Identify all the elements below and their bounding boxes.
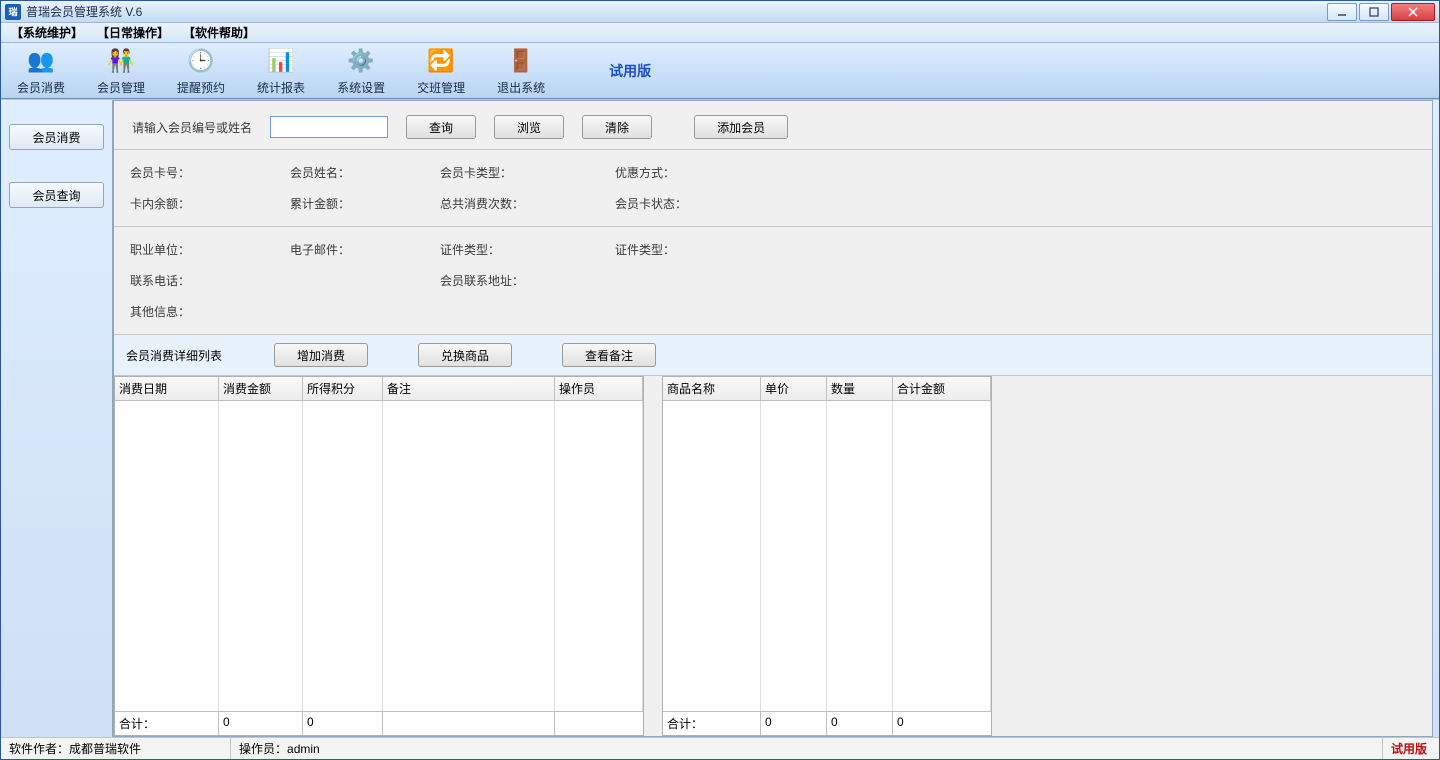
label-phone: 联系电话： [130, 272, 190, 289]
browse-button[interactable]: 浏览 [494, 115, 564, 139]
label-times: 总共消费次数： [440, 195, 524, 212]
tool-settings[interactable]: ⚙️ 系统设置 [329, 43, 393, 98]
label-discount: 优惠方式： [615, 164, 675, 181]
th-operator[interactable]: 操作员 [555, 377, 643, 400]
maximize-button[interactable] [1359, 3, 1389, 21]
gear-icon: ⚙️ [345, 45, 377, 77]
th-date[interactable]: 消费日期 [115, 377, 219, 400]
app-icon: 瑞 [5, 4, 21, 20]
tf-price: 0 [761, 712, 827, 735]
tool-exit[interactable]: 🚪 退出系统 [489, 43, 553, 98]
consume-table-wrap: 消费日期 消费金额 所得积分 备注 操作员 [114, 376, 644, 736]
side-btn-query[interactable]: 会员查询 [9, 182, 104, 208]
users-icon: 👥 [25, 45, 57, 77]
menubar: 【系统维护】 【日常操作】 【软件帮助】 [1, 23, 1439, 43]
label-cert2: 证件类型： [615, 241, 675, 258]
status-author: 软件作者： 成都普瑞软件 [1, 738, 231, 759]
member-card-info: 会员卡号： 会员姓名： 会员卡类型： 优惠方式： 卡内余额： 累计金额： 总共消… [114, 150, 1432, 227]
view-remark-button[interactable]: 查看备注 [562, 343, 656, 367]
tf-total: 0 [893, 712, 991, 735]
member-contact-info: 职业单位： 电子邮件： 证件类型： 证件类型： 联系电话： 会员联系地址： 其他… [114, 227, 1432, 335]
minimize-button[interactable] [1327, 3, 1357, 21]
query-button[interactable]: 查询 [406, 115, 476, 139]
label-cert1: 证件类型： [440, 241, 500, 258]
tool-shift[interactable]: 🔁 交班管理 [409, 43, 473, 98]
tf-points: 0 [303, 712, 383, 735]
label-card-type: 会员卡类型： [440, 164, 512, 181]
label-email: 电子邮件： [290, 241, 350, 258]
menu-daily-ops[interactable]: 【日常操作】 [93, 22, 173, 43]
search-row: 请输入会员编号或姓名 查询 浏览 清除 添加会员 [114, 101, 1432, 150]
th-goods-name[interactable]: 商品名称 [663, 377, 761, 400]
status-operator: 操作员： admin [231, 738, 1383, 759]
action-row: 会员消费详细列表 增加消费 兑换商品 查看备注 [114, 335, 1432, 376]
chart-icon: 📊 [265, 45, 297, 77]
tf-label: 合计： [115, 712, 219, 735]
menu-help[interactable]: 【软件帮助】 [179, 22, 259, 43]
statusbar: 软件作者： 成都普瑞软件 操作员： admin 试用版 [1, 737, 1439, 759]
goods-table-head: 商品名称 单价 数量 合计金额 [663, 377, 991, 401]
swap-icon: 🔁 [425, 45, 457, 77]
consume-list-label: 会员消费详细列表 [126, 347, 222, 364]
tf-goods-label: 合计： [663, 712, 761, 735]
people-icon: 👫 [105, 45, 137, 77]
sidebar: 会员消费 会员查询 [1, 100, 113, 737]
clear-button[interactable]: 清除 [582, 115, 652, 139]
tool-member-consume[interactable]: 👥 会员消费 [9, 43, 73, 98]
clock-icon: 🕒 [185, 45, 217, 77]
label-balance: 卡内余额： [130, 195, 190, 212]
menu-system-maintain[interactable]: 【系统维护】 [7, 22, 87, 43]
label-cum-amount: 累计金额： [290, 195, 350, 212]
door-icon: 🚪 [505, 45, 537, 77]
titlebar[interactable]: 瑞 普瑞会员管理系统 V.6 [1, 1, 1439, 23]
label-other: 其他信息： [130, 303, 190, 320]
label-work: 职业单位： [130, 241, 190, 258]
tables-row: 消费日期 消费金额 所得积分 备注 操作员 [114, 376, 1432, 736]
th-points[interactable]: 所得积分 [303, 377, 383, 400]
label-status: 会员卡状态： [615, 195, 687, 212]
add-member-button[interactable]: 添加会员 [694, 115, 788, 139]
consume-table-head: 消费日期 消费金额 所得积分 备注 操作员 [115, 377, 643, 401]
search-input[interactable] [270, 116, 388, 138]
tf-qty: 0 [827, 712, 893, 735]
th-qty[interactable]: 数量 [827, 377, 893, 400]
tool-remind[interactable]: 🕒 提醒预约 [169, 43, 233, 98]
consume-table-body [115, 401, 643, 711]
th-price[interactable]: 单价 [761, 377, 827, 400]
tool-report[interactable]: 📊 统计报表 [249, 43, 313, 98]
toolbar: 👥 会员消费 👫 会员管理 🕒 提醒预约 📊 统计报表 ⚙️ 系统设置 🔁 交班… [1, 43, 1439, 99]
consume-table-foot: 合计： 0 0 [115, 711, 643, 735]
app-window: 瑞 普瑞会员管理系统 V.6 【系统维护】 【日常操作】 【软件帮助】 👥 会员… [0, 0, 1440, 760]
consume-table[interactable]: 消费日期 消费金额 所得积分 备注 操作员 [114, 376, 644, 736]
th-remark[interactable]: 备注 [383, 377, 555, 400]
goods-table-body [663, 401, 991, 711]
label-card-no: 会员卡号： [130, 164, 190, 181]
th-amount[interactable]: 消费金额 [219, 377, 303, 400]
th-total[interactable]: 合计金额 [893, 377, 991, 400]
label-member-name: 会员姓名： [290, 164, 350, 181]
goods-table-wrap: 商品名称 单价 数量 合计金额 合计： [662, 376, 992, 736]
goods-table[interactable]: 商品名称 单价 数量 合计金额 合计： [662, 376, 992, 736]
status-trial: 试用版 [1383, 738, 1439, 759]
tf-amount: 0 [219, 712, 303, 735]
tool-member-manage[interactable]: 👫 会员管理 [89, 43, 153, 98]
goods-table-foot: 合计： 0 0 0 [663, 711, 991, 735]
exchange-goods-button[interactable]: 兑换商品 [418, 343, 512, 367]
close-button[interactable] [1391, 3, 1435, 21]
trial-badge: 试用版 [609, 61, 651, 81]
content-area: 会员消费 会员查询 请输入会员编号或姓名 查询 浏览 清除 添加会员 会员卡号：… [1, 99, 1439, 737]
main-panel: 请输入会员编号或姓名 查询 浏览 清除 添加会员 会员卡号： 会员姓名： 会员卡… [113, 100, 1433, 737]
label-address: 会员联系地址： [440, 272, 524, 289]
window-title: 普瑞会员管理系统 V.6 [26, 3, 1327, 20]
search-label: 请输入会员编号或姓名 [132, 119, 252, 136]
side-btn-consume[interactable]: 会员消费 [9, 124, 104, 150]
window-controls [1327, 3, 1435, 21]
add-consume-button[interactable]: 增加消费 [274, 343, 368, 367]
